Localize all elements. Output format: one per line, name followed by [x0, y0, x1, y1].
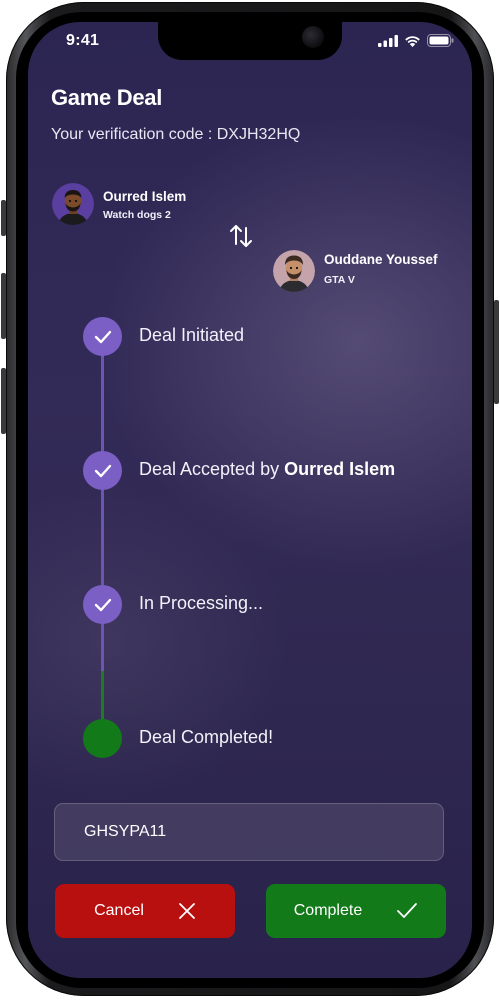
user-b-name: Ouddane Youssef	[324, 252, 438, 267]
step-4-label: Deal Completed!	[139, 727, 274, 747]
volume-down-button	[1, 368, 6, 434]
cancel-button[interactable]: Cancel	[55, 884, 235, 938]
checkmark-icon	[94, 464, 111, 477]
app-screen: 9:41 Game Deal Your verification code : …	[28, 22, 472, 978]
timeline-connector-1	[101, 355, 104, 451]
cellular-signal-icon	[378, 34, 398, 47]
step-3-check	[83, 585, 122, 624]
step-1-check	[83, 317, 122, 356]
close-icon	[179, 903, 195, 919]
cancel-button-label: Cancel	[94, 902, 144, 919]
timeline-connector-3	[101, 623, 104, 671]
front-camera	[302, 26, 324, 48]
user-b-game: GTA V	[324, 274, 355, 286]
notch	[158, 22, 342, 60]
user-b-avatar[interactable]	[273, 250, 315, 292]
page-title: Game Deal	[51, 85, 163, 110]
timeline-connector-3-complete	[101, 671, 104, 719]
volume-up-button	[1, 273, 6, 339]
step-3-label: In Processing...	[139, 593, 264, 613]
swap-arrows-icon	[230, 225, 252, 247]
complete-button[interactable]: Complete	[266, 884, 446, 938]
checkmark-icon	[94, 598, 111, 611]
battery-icon	[427, 34, 454, 47]
verification-label: Your verification code :	[51, 126, 217, 143]
user-a-avatar[interactable]	[52, 183, 94, 225]
user-a-name: Ourred Islem	[103, 189, 187, 204]
verification-code: DXJH32HQ	[216, 126, 301, 143]
wifi-icon	[405, 35, 420, 47]
checkmark-icon	[94, 330, 111, 343]
step-1-label: Deal Initiated	[139, 325, 245, 345]
step-2-label-user: Ourred Islem	[284, 459, 396, 479]
complete-button-label: Complete	[293, 902, 363, 919]
step-4-complete-dot	[83, 719, 122, 758]
step-2-check	[83, 451, 122, 490]
power-button	[494, 300, 499, 404]
status-time: 9:41	[66, 32, 100, 49]
user-a-game: Watch dogs 2	[103, 209, 171, 221]
status-icons	[378, 34, 454, 47]
code-input[interactable]	[54, 803, 444, 861]
step-2-label: Deal Accepted by Ourred Islem	[139, 459, 395, 480]
timeline-connector-2	[101, 489, 104, 585]
verification-text: Your verification code : DXJH32HQ	[51, 126, 300, 144]
step-2-label-prefix: Deal Accepted by	[139, 459, 285, 479]
checkmark-icon	[397, 903, 418, 918]
silent-switch	[1, 200, 6, 236]
